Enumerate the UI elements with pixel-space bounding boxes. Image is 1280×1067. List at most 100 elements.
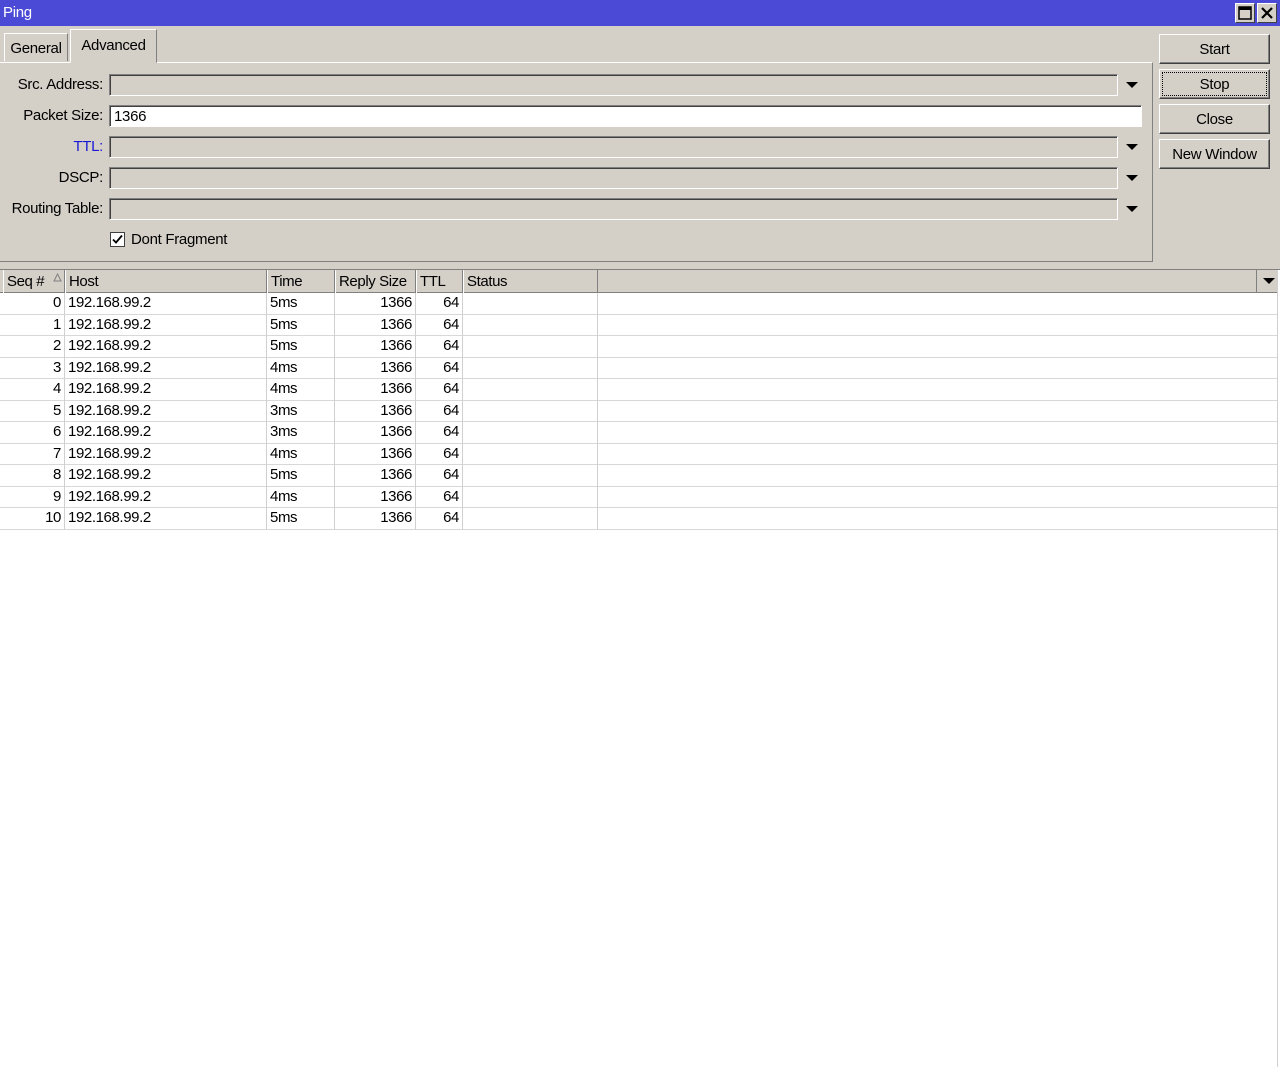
cell-reply-size: 1366 [335, 336, 416, 358]
cell-status [463, 486, 598, 508]
routing-table-field[interactable] [109, 198, 1118, 220]
table-row[interactable]: 1 192.168.99.2 5ms 1366 64 [0, 314, 1277, 336]
table-body: 0 192.168.99.2 5ms 1366 64 1 192.168.99.2 5ms 13… [0, 293, 1280, 530]
cell-ttl: 64 [416, 293, 463, 315]
cell-host: 192.168.99.2 [65, 486, 267, 508]
table-row[interactable]: 7 192.168.99.2 4ms 1366 64 [0, 443, 1277, 465]
table-row[interactable]: 0 192.168.99.2 5ms 1366 64 [0, 293, 1277, 315]
ttl-field[interactable] [109, 136, 1118, 158]
cell-status [463, 379, 598, 401]
window-title: Ping [3, 4, 32, 21]
cell-seq: 2 [3, 336, 65, 358]
table-row[interactable]: 8 192.168.99.2 5ms 1366 64 [0, 465, 1277, 487]
cell-reply-size: 1366 [335, 293, 416, 315]
cell-status [463, 400, 598, 422]
cell-reply-size: 1366 [335, 508, 416, 530]
maximize-icon [1238, 6, 1252, 20]
cell-time: 3ms [267, 400, 335, 422]
checkmark-icon [112, 234, 123, 244]
column-header-ttl[interactable]: TTL [416, 270, 463, 293]
cell-time: 5ms [267, 508, 335, 530]
ttl-dropdown-icon[interactable] [1124, 139, 1140, 155]
ping-window: Ping General Advanced Src. Address: Pack… [0, 0, 1280, 1067]
cell-seq: 10 [3, 508, 65, 530]
cell-reply-size: 1366 [335, 465, 416, 487]
cell-time: 5ms [267, 293, 335, 315]
cell-status [463, 336, 598, 358]
packet-size-input[interactable]: 1366 [109, 105, 1142, 127]
chevron-down-icon [1263, 278, 1275, 284]
cell-reply-size: 1366 [335, 422, 416, 444]
table-row[interactable]: 3 192.168.99.2 4ms 1366 64 [0, 357, 1277, 379]
column-header-time[interactable]: Time [267, 270, 335, 293]
cell-time: 3ms [267, 422, 335, 444]
dont-fragment-label[interactable]: Dont Fragment [131, 231, 227, 248]
table-row[interactable]: 5 192.168.99.2 3ms 1366 64 [0, 400, 1277, 422]
tab-general[interactable]: General [4, 33, 68, 61]
cell-ttl: 64 [416, 357, 463, 379]
close-button[interactable]: Close [1159, 104, 1270, 134]
cell-host: 192.168.99.2 [65, 379, 267, 401]
maximize-button[interactable] [1235, 3, 1255, 23]
new-window-button[interactable]: New Window [1159, 139, 1270, 169]
cell-host: 192.168.99.2 [65, 465, 267, 487]
src-address-dropdown-icon[interactable] [1124, 77, 1140, 93]
cell-ttl: 64 [416, 336, 463, 358]
close-window-button[interactable] [1257, 3, 1277, 23]
cell-seq: 3 [3, 357, 65, 379]
tab-advanced[interactable]: Advanced [70, 29, 157, 63]
cell-seq: 8 [3, 465, 65, 487]
cell-reply-size: 1366 [335, 443, 416, 465]
cell-time: 5ms [267, 336, 335, 358]
src-address-label: Src. Address: [17, 76, 104, 93]
cell-time: 5ms [267, 465, 335, 487]
cell-seq: 9 [3, 486, 65, 508]
close-icon [1261, 7, 1273, 19]
src-address-field[interactable] [109, 74, 1118, 96]
cell-time: 4ms [267, 357, 335, 379]
table-row[interactable]: 10 192.168.99.2 5ms 1366 64 [0, 508, 1277, 530]
routing-table-dropdown-icon[interactable] [1124, 201, 1140, 217]
cell-host: 192.168.99.2 [65, 293, 267, 315]
table-row[interactable]: 4 192.168.99.2 4ms 1366 64 [0, 379, 1277, 401]
column-header-reply-size[interactable]: Reply Size [335, 270, 416, 293]
cell-seq: 1 [3, 314, 65, 336]
cell-seq: 7 [3, 443, 65, 465]
title-bar[interactable]: Ping [0, 0, 1280, 26]
cell-status [463, 443, 598, 465]
table-row[interactable]: 2 192.168.99.2 5ms 1366 64 [0, 336, 1277, 358]
cell-ttl: 64 [416, 443, 463, 465]
start-button[interactable]: Start [1159, 34, 1270, 64]
table-header: Seq # Host Time Reply Size TTL Status [0, 270, 1280, 293]
cell-host: 192.168.99.2 [65, 443, 267, 465]
cell-host: 192.168.99.2 [65, 314, 267, 336]
dscp-field[interactable] [109, 167, 1118, 189]
cell-status [463, 508, 598, 530]
dscp-dropdown-icon[interactable] [1124, 170, 1140, 186]
table-row[interactable]: 6 192.168.99.2 3ms 1366 64 [0, 422, 1277, 444]
column-header-seq[interactable]: Seq # [3, 270, 65, 293]
table-row[interactable]: 9 192.168.99.2 4ms 1366 64 [0, 486, 1277, 508]
cell-ttl: 64 [416, 486, 463, 508]
cell-ttl: 64 [416, 422, 463, 444]
cell-reply-size: 1366 [335, 400, 416, 422]
cell-status [463, 314, 598, 336]
cell-time: 4ms [267, 379, 335, 401]
column-header-host[interactable]: Host [65, 270, 267, 293]
cell-ttl: 64 [416, 379, 463, 401]
cell-ttl: 64 [416, 400, 463, 422]
stop-button[interactable]: Stop [1159, 69, 1270, 99]
ttl-label: TTL: [73, 138, 103, 155]
cell-time: 4ms [267, 486, 335, 508]
cell-reply-size: 1366 [335, 379, 416, 401]
cell-status [463, 422, 598, 444]
cell-ttl: 64 [416, 314, 463, 336]
cell-status [463, 293, 598, 315]
cell-status [463, 357, 598, 379]
cell-seq: 5 [3, 400, 65, 422]
dont-fragment-checkbox[interactable] [110, 232, 125, 247]
packet-size-label: Packet Size: [23, 107, 103, 124]
column-header-status[interactable]: Status [463, 270, 598, 293]
cell-reply-size: 1366 [335, 357, 416, 379]
cell-host: 192.168.99.2 [65, 422, 267, 444]
